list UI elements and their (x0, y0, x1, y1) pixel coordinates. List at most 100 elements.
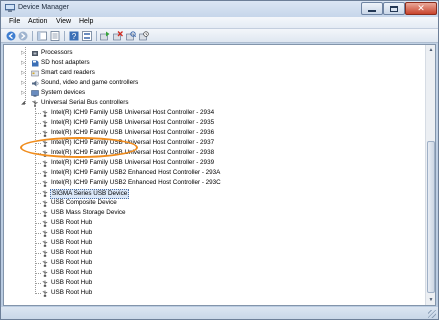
toolbar-separator (64, 31, 65, 41)
tree-device-label[interactable]: USB Root Hub (50, 219, 93, 227)
scrollbar-thumb[interactable] (427, 141, 435, 293)
tree-device-label[interactable]: USB Root Hub (50, 249, 93, 257)
expand-arrow-icon[interactable]: ▷ (20, 60, 26, 66)
tree-device-label[interactable]: USB Root Hub (50, 259, 93, 267)
tree-device-label[interactable]: Intel(R) ICH9 Family USB Universal Host … (50, 109, 215, 117)
tree-category-label[interactable]: Smart card readers (40, 69, 96, 77)
usb-category-icon (31, 100, 39, 107)
resize-grip-icon[interactable] (428, 310, 436, 318)
toolbar-separator (96, 31, 97, 41)
processor-category-icon (31, 50, 39, 57)
update-driver-button[interactable] (100, 31, 110, 41)
usb-device-icon (41, 220, 49, 227)
chevron-down-icon: ▼ (428, 297, 434, 303)
minimize-button[interactable] (361, 2, 383, 15)
tree-device-label[interactable]: Intel(R) ICH9 Family USB2 Enhanced Host … (50, 169, 221, 177)
scan-hardware-icon (126, 31, 136, 41)
expand-arrow-icon[interactable]: ▷ (20, 70, 26, 76)
usb-device-icon (41, 230, 49, 237)
view-button[interactable] (82, 31, 92, 41)
chevron-up-icon: ▲ (428, 47, 434, 53)
expand-arrow-icon[interactable]: ▷ (20, 50, 26, 56)
tree-device-label[interactable]: USB Root Hub (50, 269, 93, 277)
scan-hardware-button[interactable] (126, 31, 136, 41)
forward-icon (18, 31, 28, 41)
usb-device-icon (41, 190, 49, 197)
tree-category-label[interactable]: System devices (40, 89, 86, 97)
annotation-ellipse (20, 137, 138, 158)
back-icon (6, 31, 16, 41)
tree-device-label[interactable]: Intel(R) ICH9 Family USB2 Enhanced Host … (50, 179, 222, 187)
scroll-up-button[interactable]: ▲ (426, 45, 436, 55)
usb-device-icon (41, 110, 49, 117)
minimize-icon (368, 10, 376, 12)
svg-text:?: ? (72, 32, 77, 41)
tree-category-label[interactable]: Universal Serial Bus controllers (40, 99, 130, 107)
title-bar[interactable]: Device Manager ✕ (1, 1, 438, 17)
menu-action[interactable]: Action (26, 18, 49, 25)
uninstall-icon (113, 31, 123, 41)
view-icon (82, 31, 92, 41)
usb-device-icon (41, 290, 49, 297)
usb-device-icon (41, 250, 49, 257)
toolbar: ? (1, 29, 438, 43)
tree-device-label[interactable]: USB Root Hub (50, 289, 93, 297)
update-driver-icon (100, 31, 110, 41)
sound-category-icon (31, 80, 39, 87)
help-button[interactable]: ? (69, 31, 79, 41)
menu-help[interactable]: Help (77, 18, 95, 25)
usb-device-icon (41, 210, 49, 217)
collapse-arrow-icon[interactable]: ◢ (20, 100, 26, 106)
device-manager-window: Device Manager ✕ File Action View Help ? (0, 0, 439, 320)
tree-device-label[interactable]: Intel(R) ICH9 Family USB Universal Host … (50, 129, 215, 137)
smartcard-category-icon (31, 70, 39, 77)
toolbar-separator (32, 31, 33, 41)
vertical-scrollbar[interactable]: ▲ ▼ (425, 45, 435, 305)
tree-device-label[interactable]: Intel(R) ICH9 Family USB Universal Host … (50, 159, 215, 167)
tree-category-label[interactable]: Sound, video and game controllers (40, 79, 139, 87)
tree-device-label[interactable]: Intel(R) ICH9 Family USB Universal Host … (50, 119, 215, 127)
console-tree-button[interactable] (37, 31, 47, 41)
tree-device-label[interactable]: USB Root Hub (50, 279, 93, 287)
usb-device-icon (41, 240, 49, 247)
status-bar (1, 307, 438, 319)
tree-device-label[interactable]: USB Composite Device (50, 199, 118, 207)
usb-device-icon (41, 160, 49, 167)
menu-view[interactable]: View (54, 18, 73, 25)
expand-arrow-icon[interactable]: ▷ (20, 80, 26, 86)
console-tree-icon (37, 31, 47, 41)
usb-device-icon (41, 170, 49, 177)
tree-device-label[interactable]: USB Root Hub (50, 229, 93, 237)
uninstall-button[interactable] (113, 31, 123, 41)
menu-file[interactable]: File (7, 18, 22, 25)
system-category-icon (31, 89, 39, 97)
forward-button[interactable] (18, 31, 28, 41)
properties-icon (50, 31, 60, 41)
usb-device-icon (41, 200, 49, 207)
device-tree[interactable]: ▷ Processors ▷ SD host adapters ▷ Smart card … (3, 44, 436, 306)
usb-device-icon (41, 270, 49, 277)
sd-category-icon (31, 60, 39, 67)
scroll-down-button[interactable]: ▼ (426, 295, 436, 305)
disable-icon (139, 31, 149, 41)
tree-device-label[interactable]: USB Mass Storage Device (50, 209, 127, 217)
usb-device-icon (41, 180, 49, 187)
maximize-button[interactable] (383, 2, 405, 15)
close-button[interactable]: ✕ (405, 2, 437, 15)
help-icon: ? (69, 31, 79, 41)
disable-button[interactable] (139, 31, 149, 41)
tree-category-label[interactable]: SD host adapters (40, 59, 91, 67)
window-title: Device Manager (18, 4, 69, 11)
tree-guide-line (35, 108, 36, 294)
close-icon: ✕ (417, 3, 425, 13)
usb-device-icon (41, 130, 49, 137)
usb-device-icon (41, 280, 49, 287)
menu-bar: File Action View Help (1, 17, 438, 29)
back-button[interactable] (6, 31, 16, 41)
tree-device-label[interactable]: USB Root Hub (50, 239, 93, 247)
properties-button[interactable] (50, 31, 60, 41)
selected-device-label[interactable]: SIGMA Series USB Device (50, 189, 130, 199)
expand-arrow-icon[interactable]: ▷ (20, 90, 26, 96)
maximize-icon (390, 5, 398, 12)
tree-category-label[interactable]: Processors (40, 49, 74, 57)
